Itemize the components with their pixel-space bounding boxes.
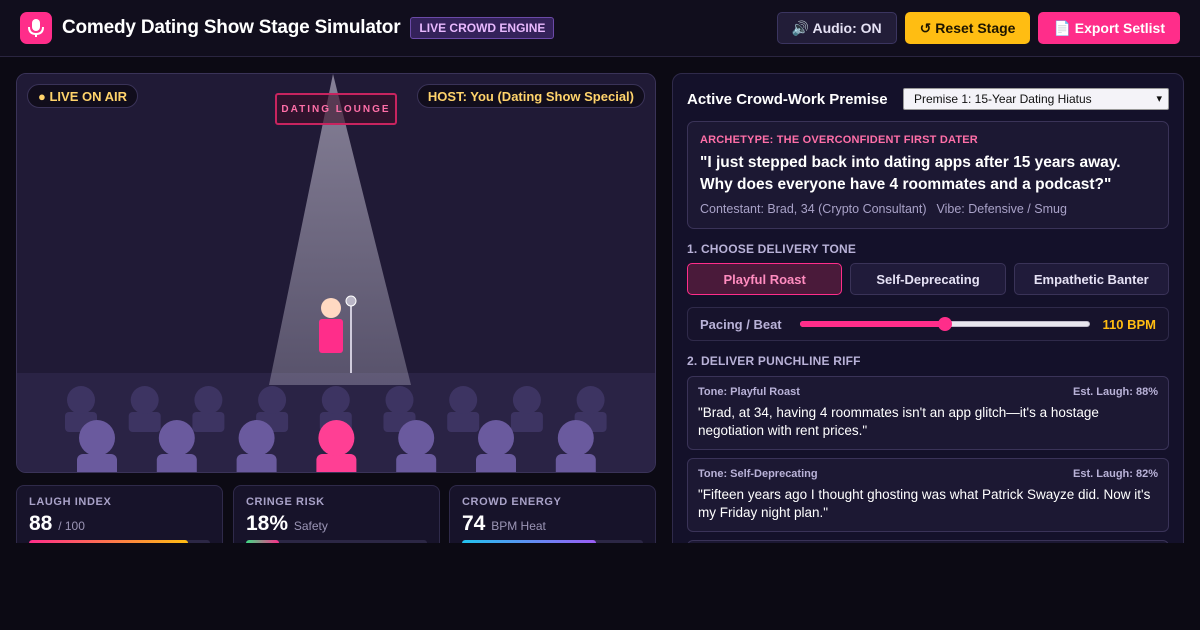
pacing-value: 110 BPM: [1102, 316, 1156, 332]
comedian-figure: [319, 298, 343, 353]
audience-head-front: [238, 420, 275, 456]
reset-stage-button[interactable]: ↺ Reset Stage: [904, 12, 1031, 44]
riff-header: Tone: Playful Roast Est. Laugh: 88%: [698, 386, 1158, 398]
audience-head-back: [449, 386, 478, 414]
audience-body-back: [447, 412, 480, 432]
metric-number: 18%: [246, 512, 289, 535]
premise-card: ARCHETYPE: THE OVERCONFIDENT FIRST DATER…: [687, 121, 1169, 229]
audience-head-back: [576, 386, 605, 414]
audience-body-front: [476, 454, 516, 472]
stage-scene: [17, 74, 655, 472]
slider-fill: [800, 321, 945, 327]
audio-toggle-button[interactable]: 🔊 Audio: ON: [776, 12, 897, 44]
slider-thumb[interactable]: [938, 317, 952, 331]
metric-number: 88: [29, 512, 53, 535]
metric-value: 18% Safety: [246, 512, 427, 536]
punchline-heading: 2. DELIVER PUNCHLINE RIFF: [687, 354, 861, 368]
metric-label: CROWD ENERGY: [462, 496, 562, 508]
riff-text: "Brad, at 34, having 4 roommates isn't a…: [698, 405, 1099, 438]
riff-tone: Tone: Playful Roast: [698, 386, 800, 398]
audience-head-back: [194, 386, 223, 414]
metric-number: 74: [462, 512, 486, 535]
audience-body-back: [192, 412, 225, 432]
archetype-label: ARCHETYPE: THE OVERCONFIDENT FIRST DATER: [700, 134, 978, 146]
premise-select-value: Premise 1: 15-Year Dating Hiatus: [914, 92, 1092, 106]
contestant-info: Contestant: Brad, 34 (Crypto Consultant): [700, 202, 927, 216]
tone-button[interactable]: Self-Deprecating: [850, 263, 1006, 295]
audience-head-front: [158, 420, 195, 456]
premise-select[interactable]: Premise 1: 15-Year Dating Hiatus ▾: [903, 88, 1169, 110]
stage-viewport[interactable]: ● LIVE ON AIR DATING LOUNGE HOST: You (D…: [16, 73, 656, 473]
riff-header: Tone: Self-Deprecating Est. Laugh: 82%: [698, 468, 1158, 480]
engine-badge: LIVE CROWD ENGINE: [410, 17, 555, 39]
audience-body-front: [236, 454, 277, 472]
audience-head-back: [258, 386, 287, 414]
audience-head-front: [557, 420, 594, 456]
audience-head-back: [130, 386, 159, 414]
riff-laugh-estimate: Est. Laugh: 82%: [1073, 468, 1158, 480]
chevron-down-icon: ▾: [1156, 93, 1162, 105]
live-on-air-badge: ● LIVE ON AIR: [27, 84, 138, 108]
dating-lounge-sign: DATING LOUNGE: [275, 93, 397, 125]
riff-text: "Fifteen years ago I thought ghosting wa…: [698, 487, 1151, 520]
audience-head-front: [318, 420, 355, 456]
audience-body-front: [77, 454, 117, 472]
riff-laugh-estimate: Est. Laugh: 88%: [1073, 386, 1158, 398]
audience-head-front: [79, 420, 115, 456]
contestant-meta: Contestant: Brad, 34 (Crypto Consultant)…: [700, 202, 1156, 216]
metric-value: 74 BPM Heat: [462, 512, 643, 536]
audience-body-back: [510, 412, 543, 432]
riff-tone: Tone: Self-Deprecating: [698, 468, 818, 480]
delivery-tone-heading: 1. CHOOSE DELIVERY TONE: [687, 242, 857, 256]
contestant-vibe: Vibe: Defensive / Smug: [936, 202, 1067, 216]
metric-label: LAUGH INDEX: [29, 496, 112, 508]
pacing-label: Pacing / Beat: [700, 316, 782, 332]
audience-head-back: [385, 386, 414, 414]
metric-value: 88 / 100: [29, 512, 210, 536]
tone-button[interactable]: Playful Roast: [687, 263, 843, 295]
page-footer-area: [0, 543, 1200, 630]
app-header: Comedy Dating Show Stage Simulator LIVE …: [0, 0, 1200, 57]
header-actions: 🔊 Audio: ON ↺ Reset Stage 📄 Export Setli…: [776, 12, 1180, 44]
audience-head-back: [512, 386, 541, 414]
app-title: Comedy Dating Show Stage Simulator: [62, 17, 401, 38]
premise-quote: "I just stepped back into dating apps af…: [700, 154, 1121, 193]
audience-body-front: [555, 454, 596, 472]
audience-body-front: [316, 454, 357, 472]
premise-heading: Active Crowd-Work Premise: [687, 90, 888, 108]
control-panel: Active Crowd-Work Premise Premise 1: 15-…: [672, 73, 1184, 573]
audience-body-front: [396, 454, 437, 472]
metric-unit: BPM Heat: [491, 519, 546, 533]
metric-unit: Safety: [293, 519, 328, 533]
tone-button[interactable]: Empathetic Banter: [1013, 263, 1169, 295]
audience-body-front: [156, 454, 197, 472]
riff-card[interactable]: Tone: Playful Roast Est. Laugh: 88% "Brad,…: [687, 376, 1169, 450]
host-badge: HOST: You (Dating Show Special): [416, 84, 645, 108]
riff-card[interactable]: Tone: Self-Deprecating Est. Laugh: 82% "Fi…: [687, 458, 1169, 532]
audience-head-back: [67, 386, 95, 414]
audience-head-front: [478, 420, 514, 456]
audience-head-back: [321, 386, 350, 414]
tone-selector: Playful Roast Self-Deprecating Empathetic …: [687, 263, 1169, 295]
audience-head-front: [398, 420, 435, 456]
metric-unit: / 100: [58, 519, 85, 533]
microphone-icon: [20, 12, 52, 44]
audience-body-back: [128, 412, 161, 432]
pacing-control: Pacing / Beat 110 BPM: [687, 307, 1169, 341]
metric-label: CRINGE RISK: [246, 496, 325, 508]
export-setlist-button[interactable]: 📄 Export Setlist: [1038, 12, 1180, 44]
pacing-slider[interactable]: [800, 317, 1090, 331]
